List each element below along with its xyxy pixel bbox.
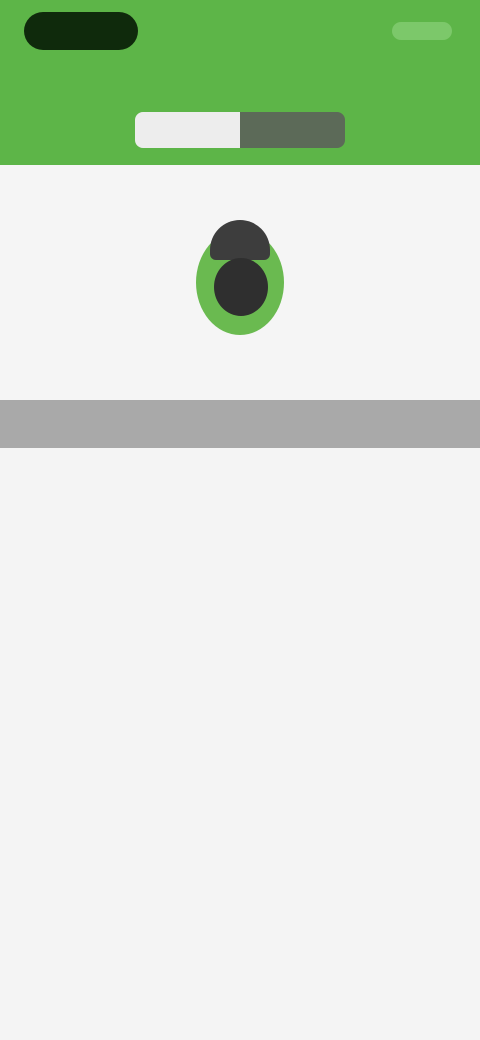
header-action-button[interactable] bbox=[392, 22, 452, 40]
segment-tab-2[interactable] bbox=[240, 112, 345, 148]
avatar-head bbox=[210, 220, 270, 260]
header-subtext bbox=[38, 74, 108, 88]
app-header bbox=[0, 0, 480, 165]
segment-tab-1[interactable] bbox=[135, 112, 240, 148]
section-banner bbox=[0, 400, 480, 448]
avatar-body bbox=[214, 258, 268, 316]
status-pill bbox=[24, 12, 138, 50]
avatar bbox=[190, 220, 290, 340]
segmented-control bbox=[135, 112, 345, 148]
empty-state-area bbox=[0, 448, 480, 1040]
